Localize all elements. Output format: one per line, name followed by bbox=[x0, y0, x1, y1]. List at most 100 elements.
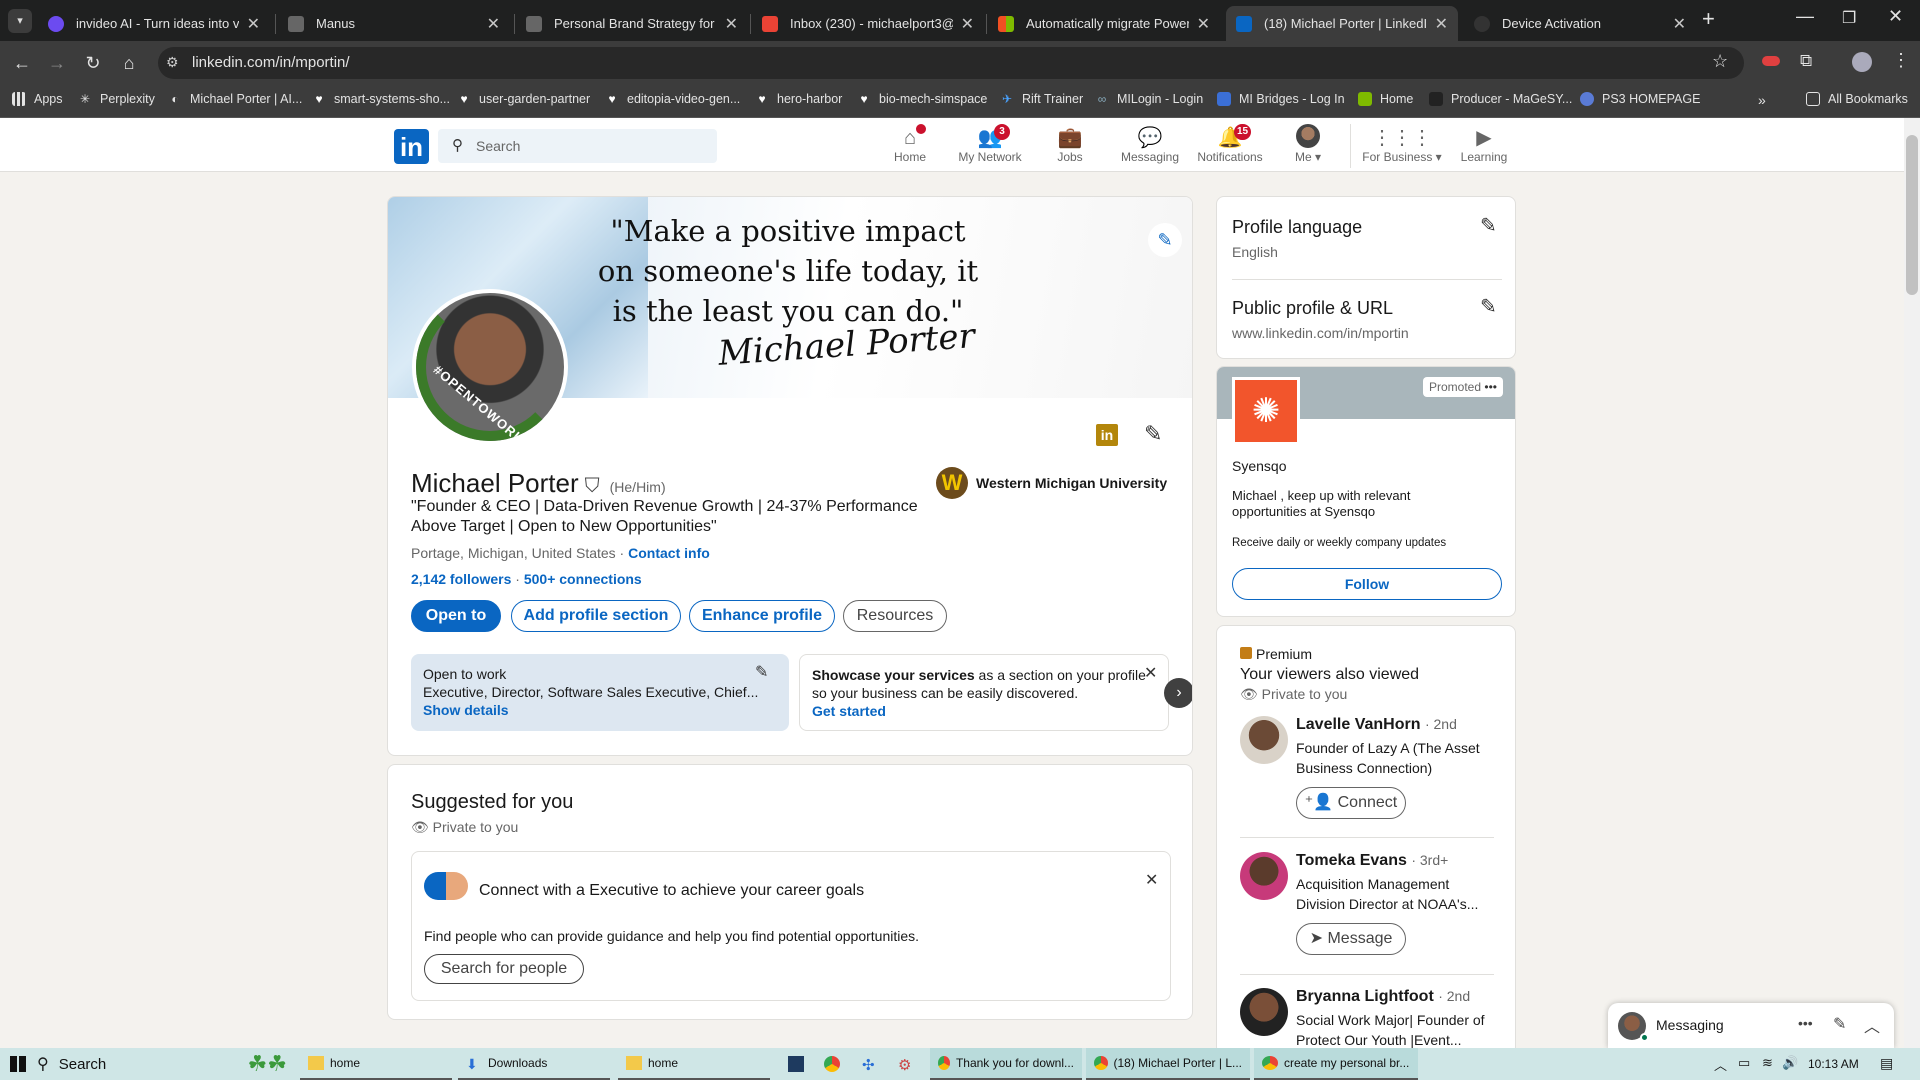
edit-banner-icon[interactable]: ✎ bbox=[1148, 223, 1182, 257]
nav-me[interactable]: Me ▾ bbox=[1268, 124, 1348, 164]
bookmark-item[interactable]: ♥ hero-harbor bbox=[755, 92, 842, 106]
edit-icon[interactable]: ✎ bbox=[755, 662, 768, 682]
more-bookmarks-icon[interactable]: » bbox=[1758, 92, 1766, 108]
windows-start-icon[interactable] bbox=[10, 1056, 26, 1072]
more-options-icon[interactable]: ••• bbox=[1798, 1015, 1813, 1031]
nav-learning[interactable]: ▶ Learning bbox=[1444, 124, 1524, 164]
wifi-icon[interactable]: ≋ bbox=[1762, 1055, 1773, 1071]
bookmark-item[interactable]: ✳ Perplexity bbox=[78, 92, 155, 106]
close-icon[interactable]: ✕ bbox=[725, 14, 738, 34]
browser-tab[interactable]: Automatically migrate PowerSh ✕ bbox=[988, 6, 1220, 41]
more-options-icon[interactable]: ••• bbox=[1484, 380, 1497, 394]
nav-messaging[interactable]: 💬 Messaging bbox=[1110, 124, 1190, 164]
profile-photo[interactable]: #OPENTOWORK bbox=[412, 289, 568, 445]
browser-tab[interactable]: invideo AI - Turn ideas into vid ✕ bbox=[38, 6, 270, 41]
address-bar[interactable] bbox=[158, 47, 1744, 79]
close-icon[interactable]: ✕ bbox=[1145, 870, 1158, 890]
ad-company[interactable]: Syensqo bbox=[1232, 458, 1286, 474]
edit-language-icon[interactable]: ✎ bbox=[1480, 213, 1497, 238]
extensions-puzzle-icon[interactable]: ⧉ bbox=[1800, 51, 1812, 71]
verified-shield-icon[interactable]: ⛉ bbox=[585, 475, 600, 498]
close-icon[interactable]: ✕ bbox=[1144, 663, 1157, 683]
extension-icon[interactable] bbox=[1762, 56, 1780, 66]
bookmark-item[interactable]: Home bbox=[1358, 92, 1413, 106]
taskbar-item[interactable]: ⬇ Downloads bbox=[458, 1048, 610, 1080]
bookmark-item[interactable]: MI Bridges - Log In bbox=[1217, 92, 1345, 106]
all-bookmarks[interactable]: All Bookmarks bbox=[1806, 92, 1908, 106]
close-icon[interactable]: ✕ bbox=[961, 14, 974, 34]
chrome-menu-icon[interactable]: ⋮ bbox=[1892, 50, 1910, 71]
bookmark-item[interactable]: ♥ user-garden-partner bbox=[457, 92, 590, 106]
bookmark-item[interactable]: ∞ MILogin - Login bbox=[1095, 92, 1203, 106]
get-started-link[interactable]: Get started bbox=[812, 703, 886, 719]
avatar[interactable] bbox=[1240, 716, 1288, 764]
enhance-profile-button[interactable]: Enhance profile bbox=[689, 600, 835, 632]
nav-for-business[interactable]: ⋮⋮⋮ For Business ▾ bbox=[1361, 124, 1443, 164]
chevron-up-icon[interactable]: ︿ bbox=[1864, 1013, 1880, 1037]
edit-intro-icon[interactable]: ✎ bbox=[1144, 421, 1162, 447]
person-name[interactable]: Tomeka Evans · 3rd+ bbox=[1296, 852, 1448, 870]
reload-icon[interactable]: ↻ bbox=[80, 50, 106, 76]
person-name[interactable]: Bryanna Lightfoot · 2nd bbox=[1296, 988, 1470, 1006]
carousel-next-button[interactable]: › bbox=[1164, 678, 1192, 708]
close-icon[interactable]: ✕ bbox=[247, 14, 260, 34]
taskbar-item[interactable]: home bbox=[618, 1048, 770, 1080]
resources-button[interactable]: Resources bbox=[843, 600, 947, 632]
bookmark-star-icon[interactable]: ☆ bbox=[1712, 51, 1728, 72]
edit-url-icon[interactable]: ✎ bbox=[1480, 294, 1497, 319]
notification-center-icon[interactable]: ▤ bbox=[1880, 1055, 1893, 1072]
bookmark-item[interactable]: Producer - MaGeSY... bbox=[1429, 92, 1572, 106]
message-button[interactable]: ➤ Message bbox=[1296, 923, 1406, 955]
profile-avatar-icon[interactable] bbox=[1852, 52, 1872, 72]
clock-time[interactable]: 10:13 AM bbox=[1808, 1057, 1859, 1071]
nav-my-network[interactable]: 👥 3 My Network bbox=[950, 124, 1030, 164]
scrollbar-thumb[interactable] bbox=[1906, 135, 1918, 295]
close-icon[interactable]: ✕ bbox=[487, 14, 500, 34]
public-url[interactable]: www.linkedin.com/in/mportin bbox=[1232, 325, 1409, 341]
avatar[interactable] bbox=[1240, 852, 1288, 900]
tab-search-button[interactable]: ▾ bbox=[8, 9, 32, 33]
browser-tab[interactable]: Inbox (230) - michaelport3@gm✕ bbox=[752, 6, 984, 41]
browser-tab-active[interactable]: (18) Michael Porter | LinkedIn ✕ bbox=[1226, 6, 1458, 41]
browser-tab[interactable]: Device Activation ✕ bbox=[1464, 6, 1696, 41]
close-icon[interactable]: ✕ bbox=[1197, 14, 1210, 34]
chrome-icon[interactable] bbox=[824, 1056, 840, 1072]
taskbar-item[interactable]: (18) Michael Porter | L... bbox=[1086, 1048, 1250, 1080]
search-input[interactable]: ⚲ Search bbox=[438, 129, 717, 163]
connections-link[interactable]: 500+ connections bbox=[524, 571, 642, 587]
school-link[interactable]: W Western Michigan University bbox=[936, 467, 1167, 499]
back-icon[interactable]: ← bbox=[9, 50, 35, 76]
bookmark-item[interactable]: ♥ bio-mech-simspace bbox=[857, 92, 987, 106]
messaging-overlay[interactable]: Messaging ••• ✎ ︿ bbox=[1608, 1003, 1894, 1048]
home-icon[interactable]: ⌂ bbox=[116, 50, 142, 76]
app-icon[interactable]: ✣ bbox=[862, 1056, 875, 1074]
add-profile-section-button[interactable]: Add profile section bbox=[511, 600, 681, 632]
volume-icon[interactable]: 🔊 bbox=[1782, 1055, 1798, 1071]
new-tab-button[interactable]: + bbox=[1702, 6, 1715, 32]
forward-icon[interactable]: → bbox=[44, 50, 70, 76]
open-to-button[interactable]: Open to bbox=[411, 600, 501, 632]
browser-tab[interactable]: Manus ✕ bbox=[278, 6, 510, 41]
bookmark-apps[interactable]: Apps bbox=[12, 92, 63, 106]
restore-button[interactable]: ❐ bbox=[1842, 8, 1856, 28]
contact-info-link[interactable]: Contact info bbox=[628, 545, 710, 561]
linkedin-badge-icon[interactable]: in bbox=[1096, 424, 1118, 446]
connect-button[interactable]: ⁺👤 Connect bbox=[1296, 787, 1406, 819]
compose-icon[interactable]: ✎ bbox=[1833, 1014, 1846, 1034]
taskbar-item[interactable]: create my personal br... bbox=[1254, 1048, 1418, 1080]
browser-tab[interactable]: Personal Brand Strategy for Dir ✕ bbox=[516, 6, 748, 41]
nav-notifications[interactable]: 🔔 15 Notifications bbox=[1190, 124, 1270, 164]
app-icon[interactable]: ⚙ bbox=[898, 1056, 911, 1074]
avatar[interactable] bbox=[1240, 988, 1288, 1036]
show-details-link[interactable]: Show details bbox=[423, 702, 509, 718]
nav-jobs[interactable]: 💼 Jobs bbox=[1030, 124, 1110, 164]
app-icon[interactable] bbox=[788, 1056, 804, 1072]
taskbar-item[interactable]: Thank you for downl... bbox=[930, 1048, 1082, 1080]
bookmark-item[interactable]: ♥ smart-systems-sho... bbox=[312, 92, 450, 106]
minimize-button[interactable]: — bbox=[1796, 6, 1814, 27]
site-info-icon[interactable]: ⚙ bbox=[166, 54, 179, 71]
close-icon[interactable]: ✕ bbox=[1435, 14, 1448, 34]
open-to-work-box[interactable]: Open to work Executive, Director, Softwa… bbox=[411, 654, 789, 731]
tray-chevron-icon[interactable]: ︿ bbox=[1714, 1055, 1727, 1074]
follow-button[interactable]: Follow bbox=[1232, 568, 1502, 600]
